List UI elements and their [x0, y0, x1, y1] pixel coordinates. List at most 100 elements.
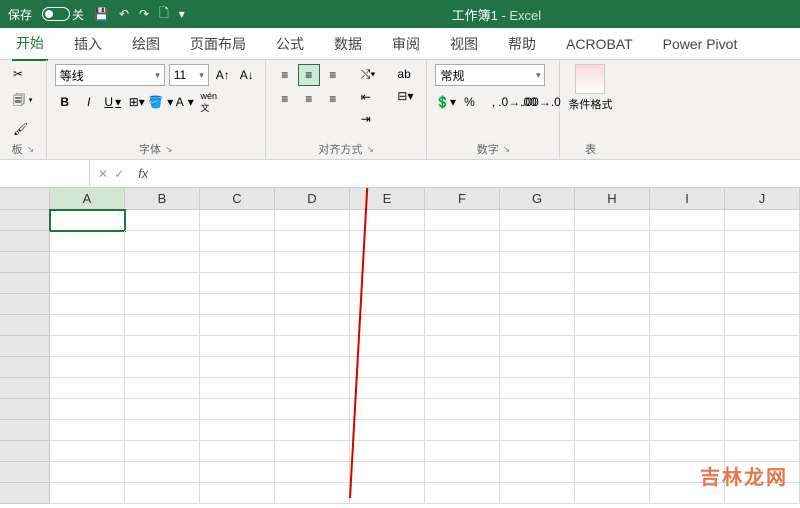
cell[interactable]	[575, 378, 650, 399]
cell[interactable]	[500, 420, 575, 441]
orientation-icon[interactable]: ⤭▾	[356, 64, 381, 85]
cell[interactable]	[350, 483, 425, 504]
align-left-icon[interactable]: ≡	[274, 88, 296, 110]
tab-help[interactable]: 帮助	[504, 28, 540, 60]
tab-formulas[interactable]: 公式	[272, 28, 308, 60]
cell[interactable]	[425, 336, 500, 357]
col-header[interactable]: G	[500, 188, 575, 210]
clipboard-launcher-icon[interactable]: ↘	[27, 144, 35, 155]
cell[interactable]	[425, 315, 500, 336]
cell[interactable]	[50, 483, 125, 504]
cell[interactable]	[725, 294, 800, 315]
fill-color-icon[interactable]: 🪣▾	[151, 92, 171, 112]
cell[interactable]	[725, 252, 800, 273]
row-header[interactable]	[0, 399, 50, 420]
col-header[interactable]: J	[725, 188, 800, 210]
cell[interactable]	[350, 462, 425, 483]
cell[interactable]	[650, 336, 725, 357]
cell[interactable]	[575, 462, 650, 483]
decrease-decimal-icon[interactable]: .00→.0	[531, 92, 551, 112]
cell[interactable]	[275, 294, 350, 315]
cell[interactable]	[500, 357, 575, 378]
cancel-icon[interactable]: ✕	[98, 167, 108, 181]
cut-icon[interactable]: ✂	[8, 64, 38, 84]
cell[interactable]	[200, 378, 275, 399]
cell[interactable]	[350, 252, 425, 273]
cell[interactable]	[350, 273, 425, 294]
cell[interactable]	[125, 273, 200, 294]
cell[interactable]	[425, 462, 500, 483]
cell[interactable]	[650, 294, 725, 315]
font-color-icon[interactable]: A▾	[175, 92, 195, 112]
cell[interactable]	[50, 273, 125, 294]
cell[interactable]	[200, 294, 275, 315]
cell[interactable]	[500, 336, 575, 357]
cell[interactable]	[725, 231, 800, 252]
cell[interactable]	[725, 357, 800, 378]
row-header[interactable]	[0, 483, 50, 504]
format-painter-icon[interactable]: 🖌	[8, 119, 38, 139]
cell[interactable]	[350, 357, 425, 378]
cell[interactable]	[50, 462, 125, 483]
cell[interactable]	[425, 483, 500, 504]
cell[interactable]	[350, 315, 425, 336]
cell[interactable]	[575, 294, 650, 315]
row-header[interactable]	[0, 294, 50, 315]
cell[interactable]	[275, 273, 350, 294]
row-header[interactable]	[0, 441, 50, 462]
cell[interactable]	[575, 399, 650, 420]
cell[interactable]	[125, 315, 200, 336]
cell[interactable]	[350, 336, 425, 357]
select-all-corner[interactable]	[0, 188, 50, 210]
cell[interactable]	[125, 252, 200, 273]
cell[interactable]	[350, 294, 425, 315]
row-header[interactable]	[0, 210, 50, 231]
cell[interactable]	[725, 399, 800, 420]
cell[interactable]	[575, 357, 650, 378]
cell[interactable]	[575, 252, 650, 273]
tab-insert[interactable]: 插入	[70, 28, 106, 60]
cell[interactable]	[200, 357, 275, 378]
cell[interactable]	[500, 273, 575, 294]
align-middle-icon[interactable]: ≡	[298, 64, 320, 86]
cell[interactable]	[425, 294, 500, 315]
cell[interactable]	[425, 273, 500, 294]
redo-icon[interactable]: ↷	[139, 7, 149, 21]
cell[interactable]	[50, 420, 125, 441]
cell[interactable]	[275, 336, 350, 357]
cell[interactable]	[275, 378, 350, 399]
cell[interactable]	[275, 231, 350, 252]
cell[interactable]	[200, 231, 275, 252]
number-format-combo[interactable]: 常规▾	[435, 64, 545, 86]
row-header[interactable]	[0, 336, 50, 357]
decrease-indent-icon[interactable]: ⇤	[356, 87, 381, 107]
cell[interactable]	[725, 315, 800, 336]
cell[interactable]	[50, 399, 125, 420]
row-header[interactable]	[0, 378, 50, 399]
cell[interactable]	[200, 210, 275, 231]
align-right-icon[interactable]: ≡	[322, 88, 344, 110]
cell[interactable]	[425, 399, 500, 420]
cell[interactable]	[575, 441, 650, 462]
align-launcher-icon[interactable]: ↘	[366, 144, 374, 155]
new-file-icon[interactable]: 🗋	[159, 4, 169, 25]
cell[interactable]	[650, 252, 725, 273]
cell[interactable]	[200, 399, 275, 420]
cell[interactable]	[125, 420, 200, 441]
enter-icon[interactable]: ✓	[114, 167, 124, 181]
cell[interactable]	[200, 315, 275, 336]
col-header[interactable]: B	[125, 188, 200, 210]
cell[interactable]	[200, 336, 275, 357]
align-center-icon[interactable]: ≡	[298, 88, 320, 110]
cell[interactable]	[125, 231, 200, 252]
cell[interactable]	[500, 315, 575, 336]
cell[interactable]	[575, 273, 650, 294]
cell[interactable]	[650, 378, 725, 399]
cell[interactable]	[50, 441, 125, 462]
cell[interactable]	[650, 399, 725, 420]
tab-review[interactable]: 审阅	[388, 28, 424, 60]
tab-data[interactable]: 数据	[330, 28, 366, 60]
cell[interactable]	[275, 252, 350, 273]
cell[interactable]	[200, 273, 275, 294]
cell[interactable]	[575, 483, 650, 504]
